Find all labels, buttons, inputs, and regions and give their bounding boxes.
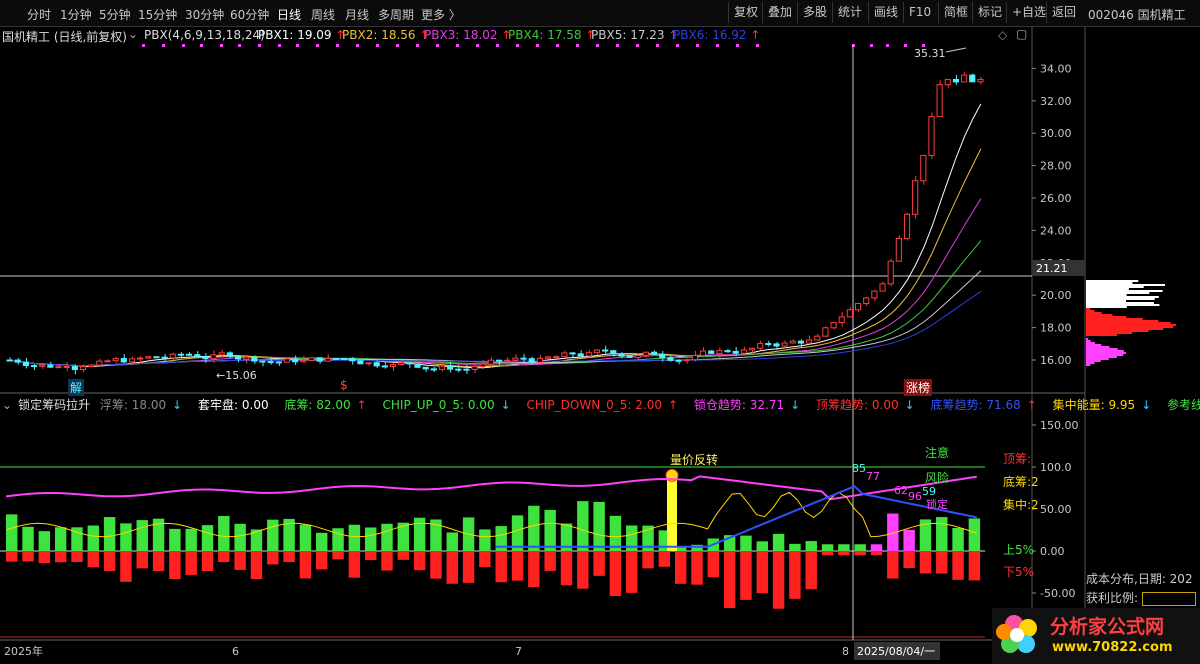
chip-distribution bbox=[1086, 280, 1176, 366]
ind-item-8: 集中能量: 9.95 ↓ bbox=[1052, 398, 1152, 412]
price-tick: 28.00 bbox=[1040, 160, 1072, 173]
indicator-tick: -50.00 bbox=[1040, 587, 1075, 600]
indicator-tick: 100.0 bbox=[1040, 461, 1072, 474]
anno-up5: 上5% bbox=[1003, 543, 1035, 557]
price-tick: 20.00 bbox=[1040, 289, 1072, 302]
chip-profit-row: 获利比例: bbox=[1086, 589, 1200, 606]
ind-item-3: CHIP_UP_0_5: 0.00 ↓ bbox=[382, 398, 511, 412]
ind-item-4: CHIP_DOWN_0_5: 2.00 ↑ bbox=[526, 398, 679, 412]
high-label: 35.31 bbox=[914, 47, 946, 60]
price-tick: 26.00 bbox=[1040, 192, 1072, 205]
anno-down5: 下5% bbox=[1003, 565, 1035, 579]
anno-n96: 96 bbox=[908, 490, 922, 503]
indicator-name: 锁定筹码拉升 bbox=[18, 398, 91, 412]
ind-item-9: 参考线1: 10 bbox=[1167, 398, 1200, 412]
x-label-8: 8 bbox=[842, 645, 849, 658]
price-tick: 24.00 bbox=[1040, 224, 1072, 237]
low-label: ←15.06 bbox=[216, 369, 257, 382]
ind-item-5: 锁仓趋势: 32.71 ↓ bbox=[693, 398, 801, 412]
anno-n85: 85 bbox=[852, 462, 866, 475]
anno-dichou: 底筹:2 bbox=[1003, 475, 1039, 489]
x-label-6: 6 bbox=[232, 645, 239, 658]
ind-item-0: 浮筹: 18.00 ↓ bbox=[99, 398, 183, 412]
anno-suoding: 锁定 bbox=[926, 498, 948, 511]
chip-profit-input[interactable] bbox=[1141, 591, 1196, 606]
marker-jie: 解 bbox=[68, 379, 85, 396]
indicator-tick: 50.00 bbox=[1040, 503, 1072, 516]
chip-panel: 成本分布,日期: 202 获利比例: bbox=[1086, 570, 1200, 610]
chip-profit-label: 获利比例: bbox=[1086, 591, 1139, 605]
price-tick: 30.00 bbox=[1040, 127, 1072, 140]
anno-zhuyi: 注意 bbox=[925, 446, 950, 460]
ind-item-6: 顶筹趋势: 0.00 ↓ bbox=[816, 398, 915, 412]
ind-item-2: 底筹: 82.00 ↑ bbox=[284, 398, 367, 412]
signal-dots bbox=[142, 44, 925, 47]
indicator-tick: 150.00 bbox=[1040, 419, 1079, 432]
anno-dingchou: 顶筹: bbox=[1003, 452, 1032, 466]
indicator-legend: ⌄ 锁定筹码拉升 浮筹: 18.00 ↓ 套牢盘: 0.00 底筹: 82.00 ↑ … bbox=[0, 396, 1200, 412]
x-label-7: 7 bbox=[515, 645, 522, 658]
indicator-tick: 0.00 bbox=[1040, 545, 1065, 558]
anno-fengxian: 风险 bbox=[925, 471, 950, 485]
candlesticks bbox=[6, 71, 984, 375]
watermark-cn: 分析家公式网 bbox=[1050, 616, 1165, 638]
watermark-url: www.70822.com bbox=[1052, 640, 1173, 655]
price-tick: 34.00 bbox=[1040, 62, 1072, 75]
price-tick: 16.00 bbox=[1040, 354, 1072, 367]
watermark-logo: 分析家公式网 www.70822.com bbox=[992, 608, 1200, 664]
anno-n62: 62 bbox=[894, 484, 908, 497]
indicator-toggle-icon[interactable]: ⌄ bbox=[2, 398, 12, 412]
marker-dollar: $ bbox=[340, 378, 348, 392]
anno-liangjia: 量价反转 bbox=[670, 453, 719, 467]
crosshair-price: 21.21 bbox=[1036, 262, 1068, 275]
indicator-bars bbox=[5, 468, 981, 609]
x-label-year: 2025年 bbox=[4, 644, 43, 658]
ind-item-7: 底筹趋势: 71.68 ↑ bbox=[930, 398, 1037, 412]
marker-zhangting: 涨榜 bbox=[904, 379, 933, 396]
price-tick: 32.00 bbox=[1040, 95, 1072, 108]
cursor-date: 2025/08/04/一 bbox=[857, 645, 935, 658]
price-axis: 34.0032.0030.0028.0026.0024.0022.0020.00… bbox=[1032, 62, 1072, 367]
anno-jizhong: 集中:2 bbox=[1003, 498, 1039, 512]
price-tick: 18.00 bbox=[1040, 322, 1072, 335]
anno-n77: 77 bbox=[866, 470, 880, 483]
ind-item-1: 套牢盘: 0.00 bbox=[198, 398, 269, 412]
flower-logo-icon bbox=[996, 615, 1037, 653]
chip-title: 成本分布,日期: 202 bbox=[1086, 572, 1193, 586]
